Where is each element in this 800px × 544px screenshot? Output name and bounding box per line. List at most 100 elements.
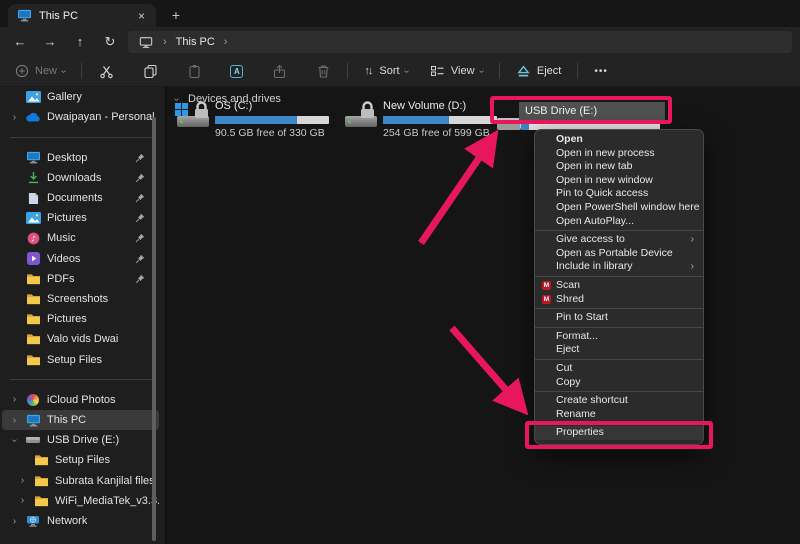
document-icon bbox=[25, 191, 41, 205]
menu-separator bbox=[535, 359, 703, 360]
chevron-down-icon: › bbox=[476, 69, 487, 72]
menu-item-cut[interactable]: Cut bbox=[535, 362, 703, 376]
menu-item-pin-to-start[interactable]: Pin to Start bbox=[535, 311, 703, 325]
menu-item-pin-to-quick-access[interactable]: Pin to Quick access bbox=[535, 187, 703, 201]
videos-icon bbox=[25, 252, 41, 266]
folder-icon bbox=[33, 494, 49, 508]
drive-tile-os-c[interactable]: OS (C:) 90.5 GB free of 330 GB bbox=[175, 100, 329, 139]
view-button[interactable]: View › bbox=[422, 59, 491, 83]
rename-button[interactable]: A bbox=[222, 59, 251, 83]
copy-button[interactable] bbox=[134, 59, 166, 83]
chevron-right-icon[interactable]: › bbox=[18, 495, 27, 506]
eject-label: Eject bbox=[537, 65, 561, 77]
pin-icon bbox=[135, 254, 145, 264]
sidebar-item-icloud-photos[interactable]: › iCloud Photos bbox=[2, 390, 159, 410]
tab-title: This PC bbox=[39, 10, 128, 22]
this-pc-icon bbox=[16, 8, 32, 24]
sidebar-item-pictures[interactable]: Pictures bbox=[2, 208, 159, 228]
breadcrumb-separator: › bbox=[224, 36, 228, 48]
menu-separator bbox=[535, 308, 703, 309]
pin-icon bbox=[135, 213, 145, 223]
sort-button[interactable]: ↑↓ Sort › bbox=[356, 59, 416, 83]
menu-item-open-in-new-window[interactable]: Open in new window bbox=[535, 174, 703, 188]
share-button[interactable] bbox=[263, 59, 295, 83]
submenu-chevron-icon: › bbox=[691, 260, 694, 274]
menu-item-scan[interactable]: MScan bbox=[535, 279, 703, 293]
chevron-right-icon[interactable]: › bbox=[10, 415, 19, 426]
sidebar-item-usb-setup-files[interactable]: Setup Files bbox=[2, 450, 159, 470]
sidebar-scrollbar[interactable] bbox=[152, 117, 156, 541]
up-button[interactable]: ↑ bbox=[68, 31, 92, 53]
cut-button[interactable] bbox=[90, 59, 122, 83]
rename-icon: A bbox=[230, 65, 243, 78]
sort-icon: ↑↓ bbox=[364, 65, 371, 77]
menu-item-open-autoplay[interactable]: Open AutoPlay... bbox=[535, 215, 703, 229]
svg-text:♪: ♪ bbox=[30, 234, 35, 243]
toolbar-divider bbox=[81, 63, 82, 79]
menu-separator bbox=[535, 391, 703, 392]
sidebar-item-downloads[interactable]: Downloads bbox=[2, 168, 159, 188]
sidebar-item-valo-vids[interactable]: Valo vids Dwai bbox=[2, 329, 159, 349]
menu-item-give-access-to[interactable]: Give access to› bbox=[535, 233, 703, 247]
tab-close-button[interactable]: × bbox=[135, 9, 148, 23]
tab-this-pc[interactable]: This PC × bbox=[8, 4, 156, 27]
breadcrumb-separator: › bbox=[163, 36, 167, 48]
eject-button[interactable]: Eject bbox=[508, 59, 569, 83]
sidebar-item-subrata-files[interactable]: › Subrata Kanjilal files bbox=[2, 471, 159, 491]
copy-icon bbox=[142, 63, 158, 79]
new-tab-button[interactable]: + bbox=[165, 4, 187, 26]
chevron-right-icon[interactable]: › bbox=[10, 394, 19, 405]
chevron-right-icon[interactable]: › bbox=[10, 516, 19, 527]
more-options-button[interactable]: ••• bbox=[586, 59, 616, 83]
menu-item-open-as-portable-device[interactable]: Open as Portable Device bbox=[535, 247, 703, 261]
menu-item-eject[interactable]: Eject bbox=[535, 343, 703, 357]
refresh-button[interactable]: ↻ bbox=[98, 31, 122, 53]
menu-item-create-shortcut[interactable]: Create shortcut bbox=[535, 394, 703, 408]
navigation-pane: Gallery › Dwaipayan - Personal Desktop D… bbox=[0, 87, 166, 544]
new-button[interactable]: New › bbox=[6, 59, 73, 83]
sidebar-item-network[interactable]: › Network bbox=[2, 511, 159, 531]
menu-item-open[interactable]: Open bbox=[535, 133, 703, 147]
cut-icon bbox=[98, 63, 114, 79]
paste-button[interactable] bbox=[178, 59, 210, 83]
breadcrumb-this-pc[interactable]: This PC bbox=[176, 36, 215, 48]
drive-tile-new-volume-d[interactable]: New Volume (D:) 254 GB free of 599 GB bbox=[343, 100, 497, 139]
chevron-right-icon[interactable]: › bbox=[10, 112, 19, 123]
sidebar-item-screenshots[interactable]: Screenshots bbox=[2, 289, 159, 309]
menu-item-shred[interactable]: MShred bbox=[535, 293, 703, 307]
sidebar-item-onedrive[interactable]: › Dwaipayan - Personal bbox=[2, 107, 159, 127]
menu-item-copy[interactable]: Copy bbox=[535, 376, 703, 390]
monitor-icon bbox=[138, 34, 154, 50]
delete-button[interactable] bbox=[307, 59, 339, 83]
menu-item-rename[interactable]: Rename bbox=[535, 408, 703, 422]
menu-item-open-powershell[interactable]: Open PowerShell window here bbox=[535, 201, 703, 215]
sidebar-item-setup-files[interactable]: Setup Files bbox=[2, 349, 159, 369]
menu-separator bbox=[535, 327, 703, 328]
sidebar-item-videos[interactable]: Videos bbox=[2, 249, 159, 269]
address-bar[interactable]: › This PC › bbox=[128, 31, 792, 53]
menu-separator bbox=[535, 230, 703, 231]
back-button[interactable]: ← bbox=[8, 31, 32, 53]
usb-drive-icon bbox=[25, 433, 41, 447]
forward-button[interactable]: → bbox=[38, 31, 62, 53]
sidebar-item-documents[interactable]: Documents bbox=[2, 188, 159, 208]
sidebar-item-wifi-mediatek[interactable]: › WiFi_MediaTek_v3.3.0.350 bbox=[2, 491, 159, 511]
menu-item-include-in-library[interactable]: Include in library› bbox=[535, 260, 703, 274]
menu-separator bbox=[535, 276, 703, 277]
hard-drive-icon bbox=[343, 100, 379, 139]
menu-item-format[interactable]: Format... bbox=[535, 330, 703, 344]
sidebar-item-pdfs[interactable]: PDFs bbox=[2, 269, 159, 289]
sidebar-item-gallery[interactable]: Gallery bbox=[2, 87, 159, 107]
sidebar-item-music[interactable]: ♪ Music bbox=[2, 228, 159, 248]
menu-item-open-in-new-process[interactable]: Open in new process bbox=[535, 147, 703, 161]
menu-item-open-in-new-tab[interactable]: Open in new tab bbox=[535, 160, 703, 174]
sidebar-item-pictures-folder[interactable]: Pictures bbox=[2, 309, 159, 329]
chevron-right-icon[interactable]: › bbox=[18, 475, 27, 486]
annotation-box-usb-drive bbox=[490, 96, 672, 124]
hard-drive-icon bbox=[175, 100, 211, 139]
sidebar-item-usb-drive[interactable]: › USB Drive (E:) bbox=[2, 430, 159, 450]
chevron-down-icon[interactable]: › bbox=[9, 436, 20, 445]
free-space-label: 90.5 GB free of 330 GB bbox=[215, 127, 329, 139]
sidebar-item-desktop[interactable]: Desktop bbox=[2, 148, 159, 168]
sidebar-item-this-pc[interactable]: › This PC bbox=[2, 410, 159, 430]
